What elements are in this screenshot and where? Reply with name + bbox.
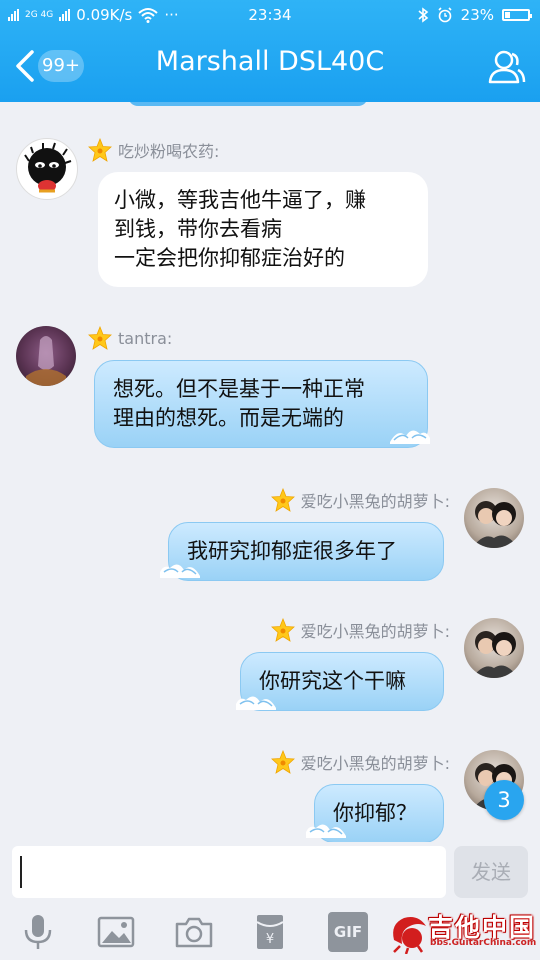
avatar[interactable] bbox=[16, 138, 78, 200]
star-badge-icon bbox=[270, 750, 295, 774]
input-bar: 发送 bbox=[0, 842, 540, 904]
star-badge-icon bbox=[88, 138, 112, 162]
avatar[interactable] bbox=[464, 488, 524, 548]
bluetooth-icon bbox=[418, 7, 428, 23]
sender-name: tantra: bbox=[118, 328, 173, 348]
send-button[interactable]: 发送 bbox=[454, 846, 528, 898]
star-badge-icon bbox=[270, 488, 295, 512]
sender-nickname: tantra: bbox=[88, 326, 172, 350]
sender-name: 爱吃小黑兔的胡萝卜: bbox=[300, 622, 450, 641]
sender-name: 爱吃小黑兔的胡萝卜: bbox=[300, 754, 450, 773]
red-packet-icon[interactable]: ¥ bbox=[250, 912, 290, 952]
previous-message-bubble bbox=[128, 102, 368, 106]
status-bar: 2G 4G 0.09K/s ··· 23:34 23% bbox=[0, 0, 540, 30]
star-badge-icon bbox=[270, 618, 295, 642]
message-list[interactable]: 吃炒粉喝农药: 小微，等我吉他牛逼了，赚 到钱，带你去看病 一定会把你抑郁症治好… bbox=[0, 102, 540, 842]
message-input[interactable] bbox=[12, 846, 446, 898]
wave-decoration-icon bbox=[390, 430, 430, 444]
wave-decoration-icon bbox=[306, 824, 346, 838]
wave-decoration-icon bbox=[160, 564, 200, 578]
lobster-logo-icon bbox=[393, 917, 426, 954]
sender-nickname: 爱吃小黑兔的胡萝卜: bbox=[270, 618, 450, 642]
group-members-icon[interactable] bbox=[486, 46, 526, 86]
watermark-url: bbs.GuitarChina.com bbox=[430, 938, 537, 948]
battery-icon bbox=[502, 9, 532, 21]
sender-name: 吃炒粉喝农药: bbox=[118, 142, 220, 161]
battery-percent: 23% bbox=[460, 6, 494, 24]
watermark-logo: 吉他中国 bbs.GuitarChina.com bbox=[388, 906, 538, 956]
wave-decoration-icon bbox=[236, 696, 276, 710]
app-header: 2G 4G 0.09K/s ··· 23:34 23% 99+ Marshall… bbox=[0, 0, 540, 102]
microphone-icon[interactable] bbox=[18, 912, 58, 952]
sender-nickname: 爱吃小黑兔的胡萝卜: bbox=[270, 750, 450, 774]
svg-text:¥: ¥ bbox=[266, 932, 274, 947]
sender-name: 爱吃小黑兔的胡萝卜: bbox=[300, 492, 450, 511]
camera-icon[interactable] bbox=[174, 912, 214, 952]
sender-nickname: 爱吃小黑兔的胡萝卜: bbox=[270, 488, 450, 512]
message-bubble[interactable]: 小微，等我吉他牛逼了，赚 到钱，带你去看病 一定会把你抑郁症治好的 bbox=[98, 172, 428, 287]
gif-button[interactable]: GIF bbox=[328, 912, 368, 952]
image-icon[interactable] bbox=[96, 912, 136, 952]
star-badge-icon bbox=[88, 326, 112, 350]
avatar[interactable] bbox=[16, 326, 76, 386]
chat-title: Marshall DSL40C bbox=[155, 46, 385, 77]
alarm-icon bbox=[438, 7, 452, 23]
message-bubble[interactable]: 我研究抑郁症很多年了 bbox=[168, 522, 444, 581]
message-bubble[interactable]: 想死。但不是基于一种正常 理由的想死。而是无端的 bbox=[94, 360, 428, 448]
avatar[interactable] bbox=[464, 618, 524, 678]
text-caret bbox=[20, 856, 22, 888]
new-messages-badge[interactable]: 3 bbox=[484, 780, 524, 820]
sender-nickname: 吃炒粉喝农药: bbox=[88, 138, 219, 162]
